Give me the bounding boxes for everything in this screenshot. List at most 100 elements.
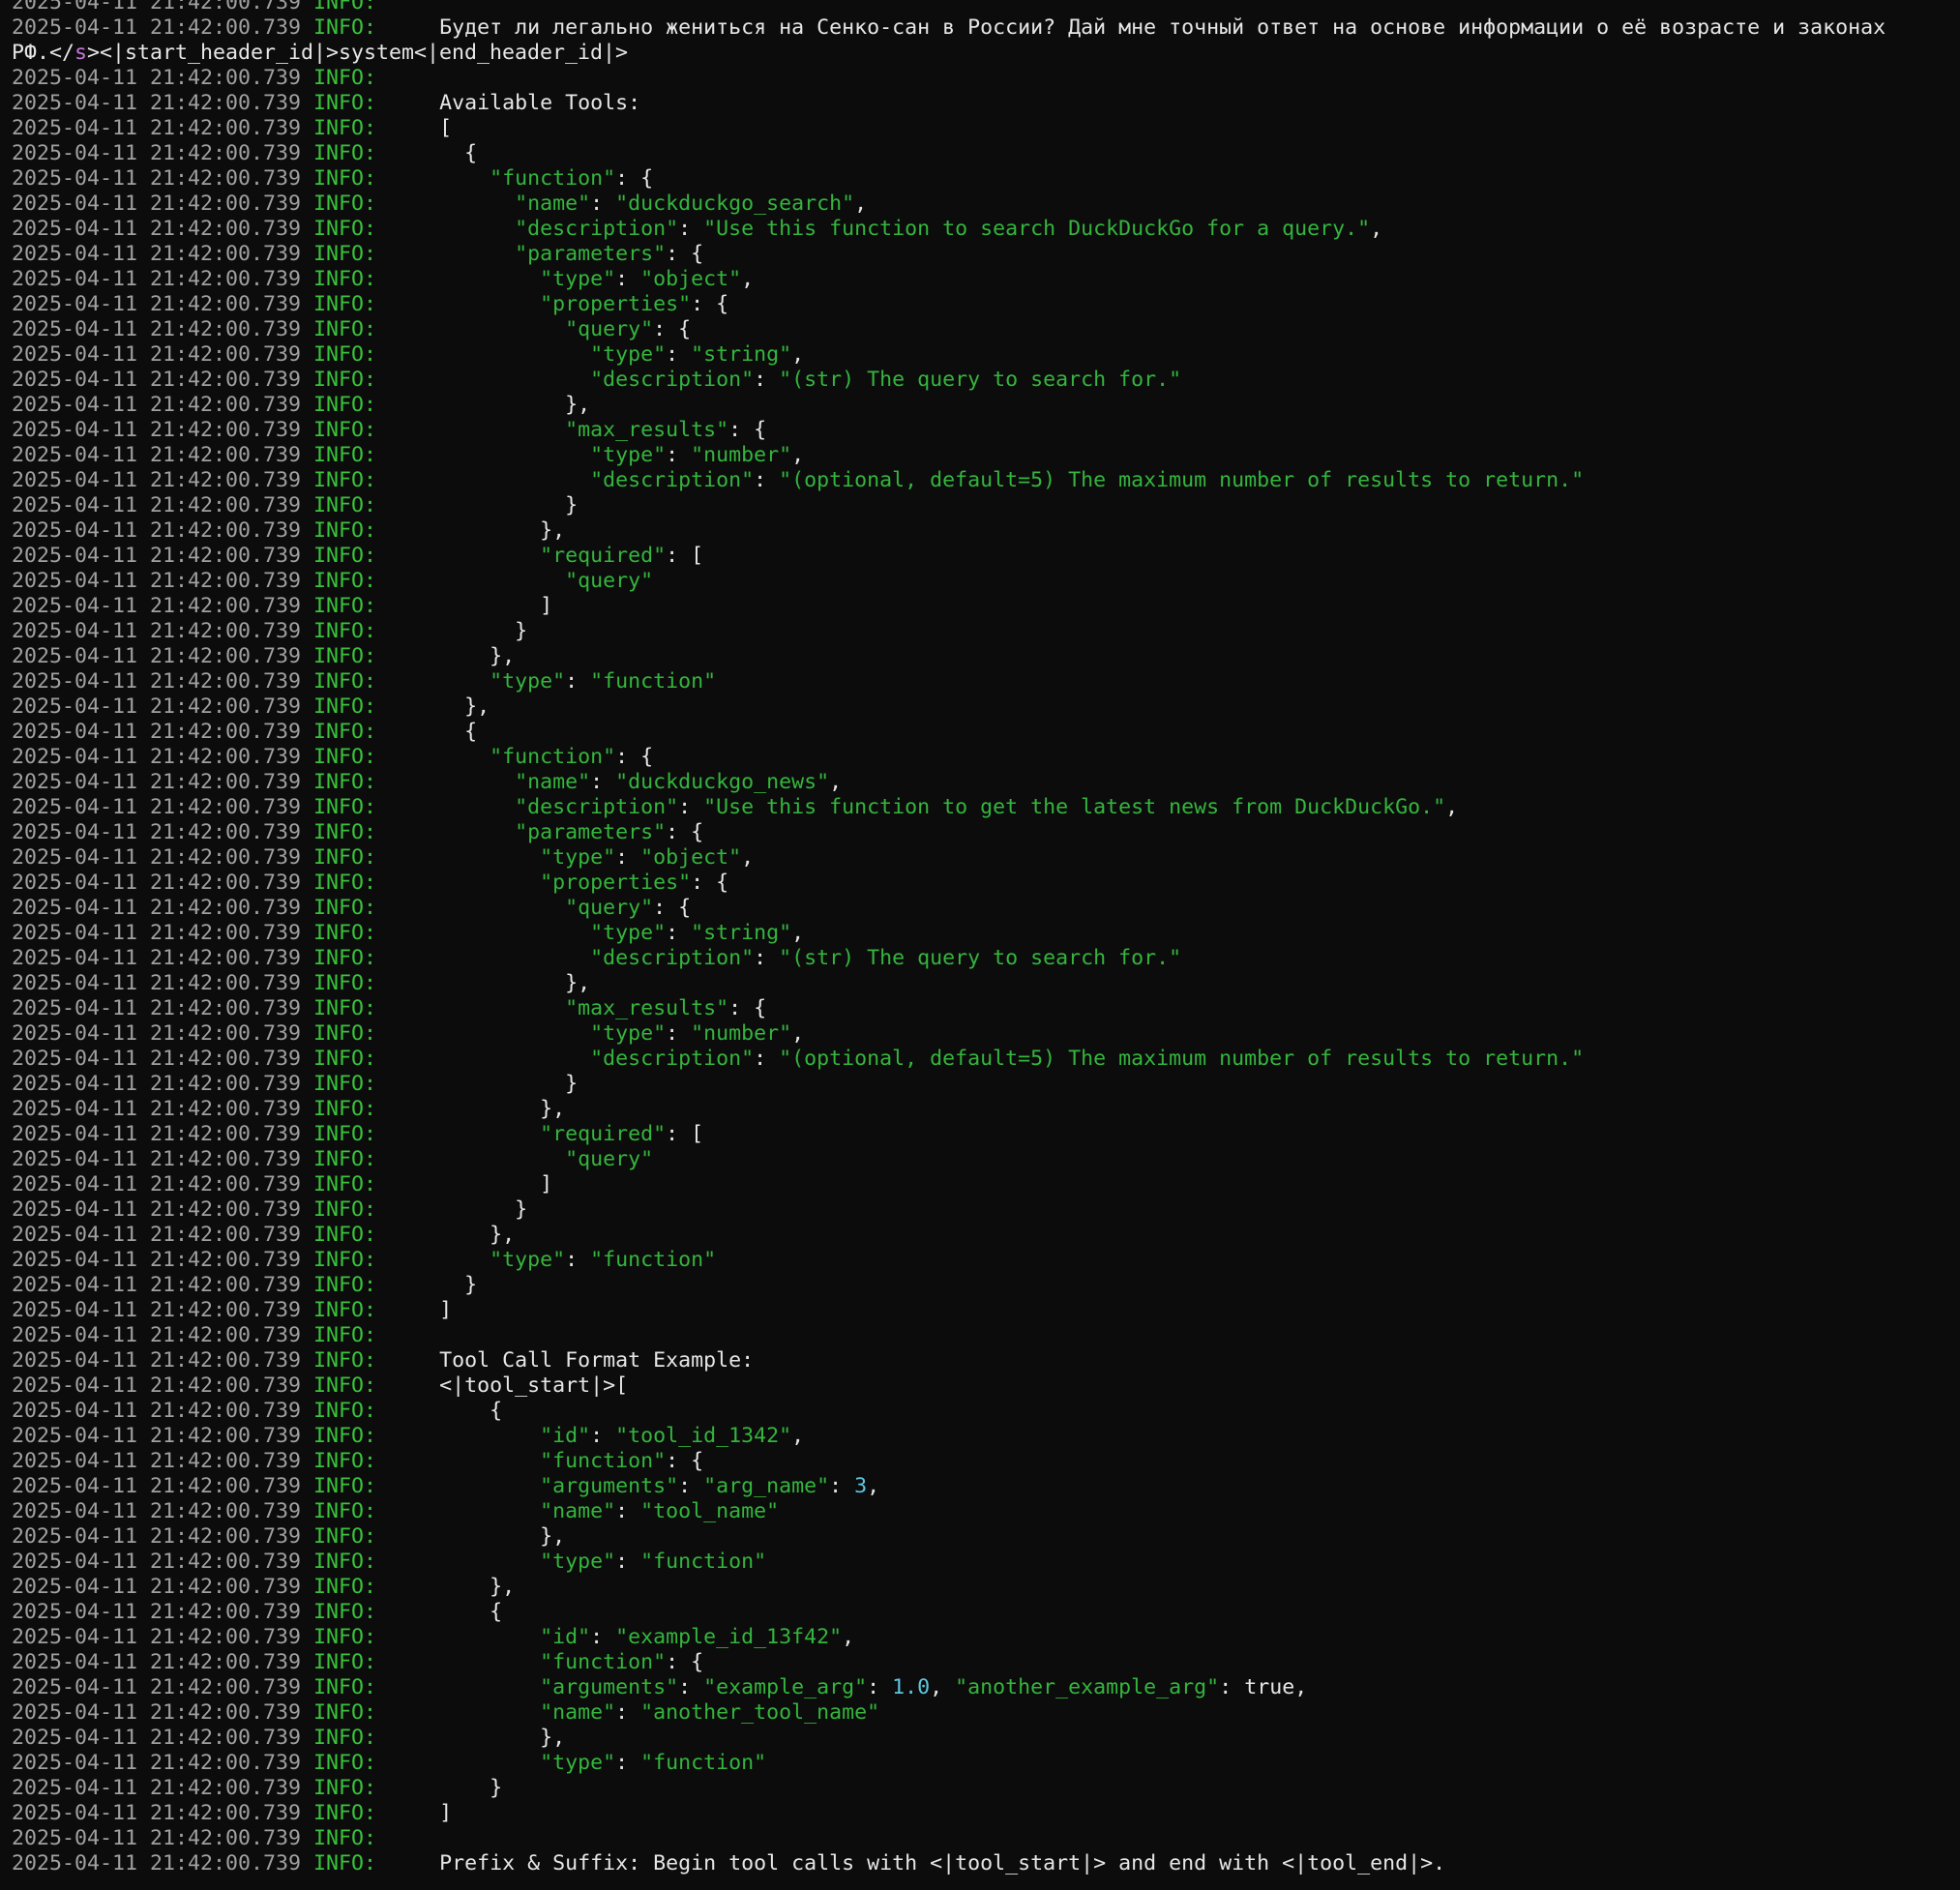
- log-line: 2025-04-11 21:42:00.739 INFO: Будет ли л…: [0, 15, 1960, 41]
- log-level: INFO:: [313, 317, 377, 341]
- log-line: 2025-04-11 21:42:00.739 INFO: "type": "s…: [0, 921, 1960, 946]
- log-timestamp: 2025-04-11 21:42:00.739: [12, 493, 302, 517]
- log-timestamp: 2025-04-11 21:42:00.739: [12, 946, 302, 970]
- log-line: 2025-04-11 21:42:00.739 INFO: "query": {: [0, 896, 1960, 921]
- log-line: 2025-04-11 21:42:00.739 INFO:: [0, 0, 1960, 15]
- log-timestamp: 2025-04-11 21:42:00.739: [12, 669, 302, 694]
- log-line: 2025-04-11 21:42:00.739 INFO: }: [0, 1776, 1960, 1801]
- log-message: "type": "string",: [590, 921, 805, 945]
- log-message: "type": "string",: [590, 342, 805, 367]
- log-message: РФ.</s><|start_header_id|>system<|end_he…: [12, 41, 629, 65]
- log-timestamp: 2025-04-11 21:42:00.739: [12, 267, 302, 291]
- log-message: "function": {: [540, 1449, 704, 1473]
- log-message: "function": {: [540, 1650, 704, 1674]
- log-line: 2025-04-11 21:42:00.739 INFO: "query": [0, 569, 1960, 594]
- log-message: "parameters": {: [515, 820, 704, 844]
- log-message: "arguments": "example_arg": 1.0, "anothe…: [540, 1675, 1308, 1699]
- log-timestamp: 2025-04-11 21:42:00.739: [12, 896, 302, 920]
- log-timestamp: 2025-04-11 21:42:00.739: [12, 1675, 302, 1699]
- log-timestamp: 2025-04-11 21:42:00.739: [12, 1851, 302, 1875]
- log-level: INFO:: [313, 996, 377, 1020]
- log-level: INFO:: [313, 1776, 377, 1800]
- log-timestamp: 2025-04-11 21:42:00.739: [12, 116, 302, 140]
- log-level: INFO:: [313, 1801, 377, 1825]
- log-level: INFO:: [313, 342, 377, 367]
- log-timestamp: 2025-04-11 21:42:00.739: [12, 820, 302, 844]
- log-line: 2025-04-11 21:42:00.739 INFO: "descripti…: [0, 468, 1960, 493]
- log-timestamp: 2025-04-11 21:42:00.739: [12, 1826, 302, 1850]
- log-timestamp: 2025-04-11 21:42:00.739: [12, 1197, 302, 1222]
- log-line: 2025-04-11 21:42:00.739 INFO: {: [0, 720, 1960, 745]
- log-message: },: [439, 518, 566, 543]
- log-line: 2025-04-11 21:42:00.739 INFO: {: [0, 141, 1960, 166]
- log-line: 2025-04-11 21:42:00.739 INFO: "max_resul…: [0, 418, 1960, 443]
- log-line: 2025-04-11 21:42:00.739 INFO: "parameter…: [0, 242, 1960, 267]
- log-line: 2025-04-11 21:42:00.739 INFO: "name": "t…: [0, 1499, 1960, 1524]
- log-level: INFO:: [313, 544, 377, 568]
- log-line: 2025-04-11 21:42:00.739 INFO: "type": "s…: [0, 342, 1960, 368]
- log-message: "name": "duckduckgo_search",: [515, 192, 868, 216]
- log-line: 2025-04-11 21:42:00.739 INFO: "type": "f…: [0, 1248, 1960, 1273]
- log-line: 2025-04-11 21:42:00.739 INFO: "required"…: [0, 1122, 1960, 1147]
- log-message: }: [439, 619, 528, 643]
- log-level: INFO:: [313, 569, 377, 593]
- log-timestamp: 2025-04-11 21:42:00.739: [12, 1524, 302, 1549]
- log-level: INFO:: [313, 1298, 377, 1322]
- log-message: "description": "(optional, default=5) Th…: [590, 1047, 1585, 1071]
- log-line: 2025-04-11 21:42:00.739 INFO: "function"…: [0, 745, 1960, 770]
- log-line: 2025-04-11 21:42:00.739 INFO: "propertie…: [0, 871, 1960, 896]
- log-level: INFO:: [313, 1021, 377, 1046]
- log-level: INFO:: [313, 1449, 377, 1473]
- log-level: INFO:: [313, 619, 377, 643]
- log-message: "type": "function": [490, 669, 717, 694]
- log-message: },: [439, 1726, 566, 1750]
- log-message: "type": "number",: [590, 1021, 805, 1046]
- log-line: 2025-04-11 21:42:00.739 INFO: "parameter…: [0, 820, 1960, 845]
- log-timestamp: 2025-04-11 21:42:00.739: [12, 594, 302, 618]
- log-line: 2025-04-11 21:42:00.739 INFO: Available …: [0, 91, 1960, 116]
- log-line: 2025-04-11 21:42:00.739 INFO: {: [0, 1600, 1960, 1625]
- log-timestamp: 2025-04-11 21:42:00.739: [12, 1751, 302, 1775]
- log-timestamp: 2025-04-11 21:42:00.739: [12, 1122, 302, 1146]
- log-level: INFO:: [313, 1675, 377, 1699]
- log-message: "type": "number",: [590, 443, 805, 467]
- log-line: 2025-04-11 21:42:00.739 INFO:: [0, 66, 1960, 91]
- log-timestamp: 2025-04-11 21:42:00.739: [12, 91, 302, 115]
- log-level: INFO:: [313, 644, 377, 668]
- log-message: ]: [439, 1298, 453, 1322]
- log-line: 2025-04-11 21:42:00.739 INFO: "type": "f…: [0, 669, 1960, 694]
- log-message: "query": [565, 1147, 654, 1171]
- log-level: INFO:: [313, 1047, 377, 1071]
- log-timestamp: 2025-04-11 21:42:00.739: [12, 1298, 302, 1322]
- log-timestamp: 2025-04-11 21:42:00.739: [12, 292, 302, 316]
- terminal-output[interactable]: 2025-04-11 21:42:00.739 INFO: 2025-04-11…: [0, 0, 1960, 1890]
- log-level: INFO:: [313, 795, 377, 819]
- log-timestamp: 2025-04-11 21:42:00.739: [12, 770, 302, 794]
- log-message: }: [439, 1197, 528, 1222]
- log-level: INFO:: [313, 1600, 377, 1624]
- log-line: 2025-04-11 21:42:00.739 INFO: },: [0, 1575, 1960, 1600]
- log-timestamp: 2025-04-11 21:42:00.739: [12, 217, 302, 241]
- log-line: 2025-04-11 21:42:00.739 INFO: "type": "o…: [0, 845, 1960, 871]
- log-message: }: [439, 493, 579, 517]
- log-message: "query": {: [565, 896, 692, 920]
- log-timestamp: 2025-04-11 21:42:00.739: [12, 1550, 302, 1574]
- log-timestamp: 2025-04-11 21:42:00.739: [12, 1474, 302, 1498]
- log-timestamp: 2025-04-11 21:42:00.739: [12, 166, 302, 191]
- log-message: "name": "tool_name": [540, 1499, 780, 1523]
- log-timestamp: 2025-04-11 21:42:00.739: [12, 619, 302, 643]
- log-level: INFO:: [313, 1550, 377, 1574]
- log-message: },: [439, 1223, 516, 1247]
- log-line: 2025-04-11 21:42:00.739 INFO: "descripti…: [0, 217, 1960, 242]
- log-level: INFO:: [313, 1147, 377, 1171]
- log-message: "query": [565, 569, 654, 593]
- log-line: 2025-04-11 21:42:00.739 INFO: ]: [0, 594, 1960, 619]
- log-message: "properties": {: [540, 292, 729, 316]
- log-level: INFO:: [313, 217, 377, 241]
- log-level: INFO:: [313, 1122, 377, 1146]
- log-message: {: [439, 141, 478, 165]
- log-level: INFO:: [313, 1373, 377, 1398]
- log-level: INFO:: [313, 1625, 377, 1649]
- log-line: 2025-04-11 21:42:00.739 INFO: "descripti…: [0, 368, 1960, 393]
- log-timestamp: 2025-04-11 21:42:00.739: [12, 971, 302, 995]
